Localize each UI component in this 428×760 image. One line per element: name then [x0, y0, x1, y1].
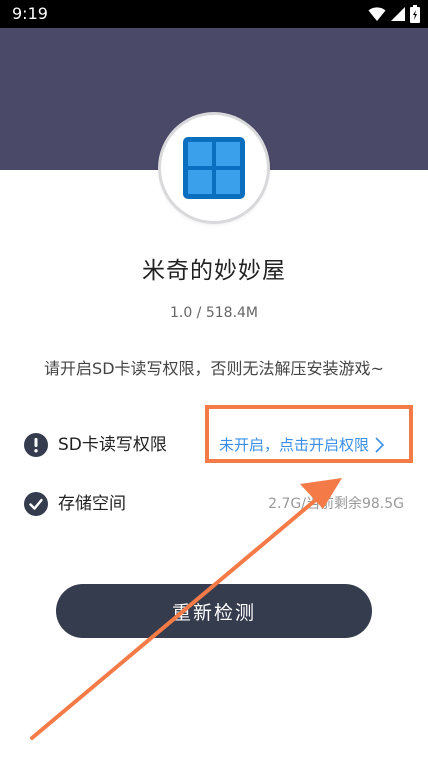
app-icon-container	[161, 115, 267, 221]
wifi-icon	[368, 7, 386, 21]
enable-permission-link[interactable]: 未开启，点击开启权限	[219, 434, 385, 456]
app-version-size: 1.0 / 518.4M	[169, 305, 259, 321]
status-time: 9:19	[12, 4, 48, 23]
chevron-right-icon	[375, 437, 385, 453]
recheck-button[interactable]: 重新检测	[56, 584, 372, 638]
cell-signal-icon	[391, 7, 405, 21]
status-bar: 9:19	[0, 0, 428, 28]
windows-grid-icon	[183, 137, 245, 199]
battery-icon	[410, 5, 420, 23]
enable-permission-text: 未开启，点击开启权限	[219, 436, 370, 454]
permission-hint: 请开启SD卡读写权限，否则无法解压安装游戏~	[44, 359, 384, 378]
status-icons	[368, 5, 420, 23]
check-circle-icon	[24, 492, 48, 516]
sd-permission-label: SD卡读写权限	[58, 435, 167, 455]
warning-circle-icon	[24, 433, 48, 457]
storage-label: 存储空间	[58, 494, 126, 514]
storage-info: 2.7G/当前剩余98.5G	[268, 496, 404, 512]
app-title: 米奇的妙妙屋	[142, 258, 286, 284]
